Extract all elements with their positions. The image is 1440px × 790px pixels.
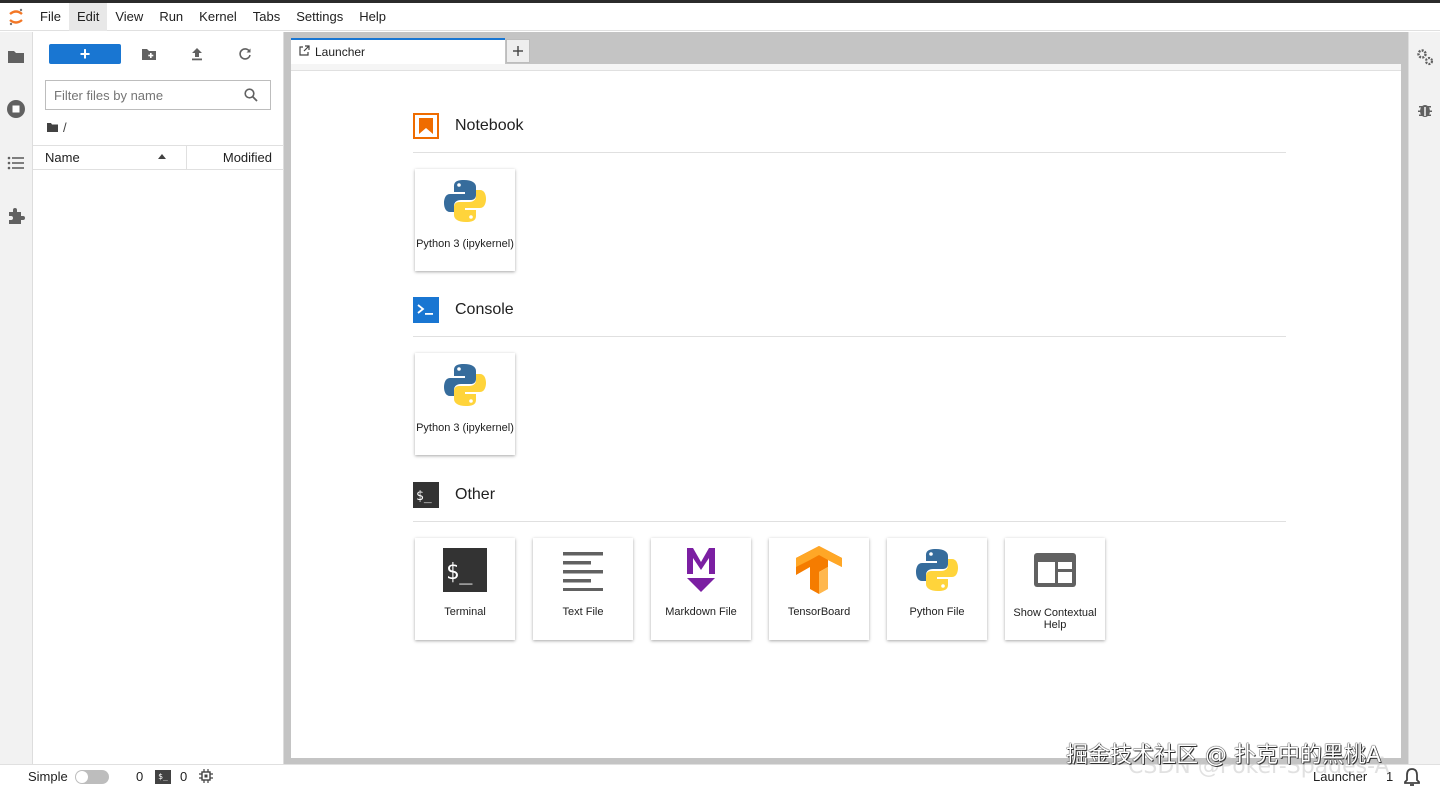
main-dock-area: Launcher Notebook Python 3 (ipykernel) C… <box>284 32 1408 764</box>
simple-mode-toggle[interactable] <box>75 770 109 784</box>
notification-bell-icon[interactable] <box>1403 767 1421 790</box>
python-icon <box>441 361 489 409</box>
breadcrumb: / <box>47 118 67 136</box>
toggle-knob <box>76 771 88 783</box>
cpu-icon[interactable] <box>199 769 213 786</box>
tab-bar: Launcher <box>291 38 530 64</box>
search-icon <box>244 88 258 107</box>
kernel-count[interactable]: 0 <box>136 769 143 784</box>
menu-kernel[interactable]: Kernel <box>191 3 245 31</box>
launcher-panel: Notebook Python 3 (ipykernel) Console Py… <box>291 64 1401 758</box>
other-section-header: $_ Other <box>413 482 1286 522</box>
launcher-tab-icon <box>299 45 310 59</box>
simple-mode-label: Simple <box>28 769 68 784</box>
python-file-card[interactable]: Python File <box>887 538 987 640</box>
jupyter-logo-icon[interactable] <box>0 3 32 31</box>
text-file-icon <box>559 546 607 594</box>
folder-icon[interactable] <box>5 46 27 68</box>
console-section-header: Console <box>413 297 1286 337</box>
file-filter-field[interactable] <box>45 80 271 110</box>
terminal-icon[interactable]: $_ <box>155 770 171 784</box>
contextual-help-card[interactable]: Show Contextual Help <box>1005 538 1105 640</box>
tab-label: Launcher <box>315 45 366 59</box>
property-inspector-icon[interactable] <box>1416 48 1434 66</box>
new-launcher-button[interactable]: + <box>49 44 121 64</box>
terminal-icon: $_ <box>441 546 489 594</box>
card-label: Python File <box>909 606 965 618</box>
python-icon <box>441 177 489 225</box>
menu-run[interactable]: Run <box>151 3 191 31</box>
card-label: Python 3 (ipykernel) <box>416 238 514 250</box>
console-section-title: Console <box>455 301 514 318</box>
svg-text:$_: $_ <box>416 489 432 504</box>
menu-view[interactable]: View <box>107 3 151 31</box>
new-folder-icon[interactable] <box>140 45 158 63</box>
add-tab-button[interactable] <box>506 39 530 63</box>
notebook-section: Notebook Python 3 (ipykernel) <box>413 113 1286 271</box>
console-cards: Python 3 (ipykernel) <box>413 353 531 455</box>
menu-bar: File Edit View Run Kernel Tabs Settings … <box>0 2 1440 31</box>
terminal-count[interactable]: 0 <box>180 769 187 784</box>
other-cards: $_ Terminal Text File Markdown File Tens… <box>413 538 1121 640</box>
menu-edit[interactable]: Edit <box>68 2 108 31</box>
notebook-section-header: Notebook <box>413 113 1286 153</box>
upload-icon[interactable] <box>188 45 206 63</box>
card-label: Show Contextual Help <box>1013 607 1097 631</box>
tensorboard-icon <box>795 546 843 594</box>
text-file-card[interactable]: Text File <box>533 538 633 640</box>
notebook-python3-card[interactable]: Python 3 (ipykernel) <box>415 169 515 271</box>
file-browser-panel: + / Name Modified <box>33 32 284 764</box>
card-label: Markdown File <box>665 606 737 618</box>
refresh-icon[interactable] <box>236 45 254 63</box>
sort-ascending-icon <box>158 154 166 159</box>
other-section-title: Other <box>455 486 496 503</box>
menu-help[interactable]: Help <box>351 3 394 31</box>
menu-tabs[interactable]: Tabs <box>245 3 288 31</box>
menu-file[interactable]: File <box>32 3 69 31</box>
card-label: Python 3 (ipykernel) <box>416 422 514 434</box>
console-python3-card[interactable]: Python 3 (ipykernel) <box>415 353 515 455</box>
column-divider <box>186 146 187 170</box>
contextual-help-icon <box>1031 546 1079 594</box>
debugger-icon[interactable] <box>1416 101 1434 119</box>
file-filter-input[interactable] <box>54 87 234 103</box>
tensorboard-card[interactable]: TensorBoard <box>769 538 869 640</box>
tab-launcher[interactable]: Launcher <box>291 38 505 64</box>
column-modified-header[interactable]: Modified <box>223 150 272 165</box>
right-sidebar <box>1408 32 1440 764</box>
breadcrumb-folder-icon[interactable] <box>47 120 58 135</box>
launcher-body: Notebook Python 3 (ipykernel) Console Py… <box>291 70 1401 758</box>
file-browser-toolbar: + <box>33 32 284 74</box>
running-sessions-icon[interactable] <box>5 98 27 120</box>
breadcrumb-root[interactable]: / <box>63 120 67 135</box>
file-list-header: Name Modified <box>33 145 284 170</box>
card-label: TensorBoard <box>787 606 851 618</box>
svg-text:$_: $_ <box>446 560 473 585</box>
other-section-icon: $_ <box>413 482 439 508</box>
markdown-file-card[interactable]: Markdown File <box>651 538 751 640</box>
watermark: 掘金技术社区 @ 扑克中的黑桃A <box>1066 743 1382 768</box>
table-of-contents-icon[interactable] <box>5 152 27 174</box>
python-icon <box>913 546 961 594</box>
menu-settings[interactable]: Settings <box>288 3 351 31</box>
card-label: Text File <box>562 606 604 618</box>
other-section: $_ Other $_ Terminal Text File Markdown … <box>413 482 1286 640</box>
notebook-section-title: Notebook <box>455 117 524 134</box>
notebook-section-icon <box>413 113 439 139</box>
notebook-cards: Python 3 (ipykernel) <box>413 169 531 271</box>
card-label: Terminal <box>444 606 486 618</box>
console-section: Console Python 3 (ipykernel) <box>413 297 1286 455</box>
terminal-card[interactable]: $_ Terminal <box>415 538 515 640</box>
column-name-header[interactable]: Name <box>45 150 80 165</box>
left-sidebar <box>0 32 33 764</box>
extensions-icon[interactable] <box>5 205 27 227</box>
console-section-icon <box>413 297 439 323</box>
markdown-icon <box>677 546 725 594</box>
